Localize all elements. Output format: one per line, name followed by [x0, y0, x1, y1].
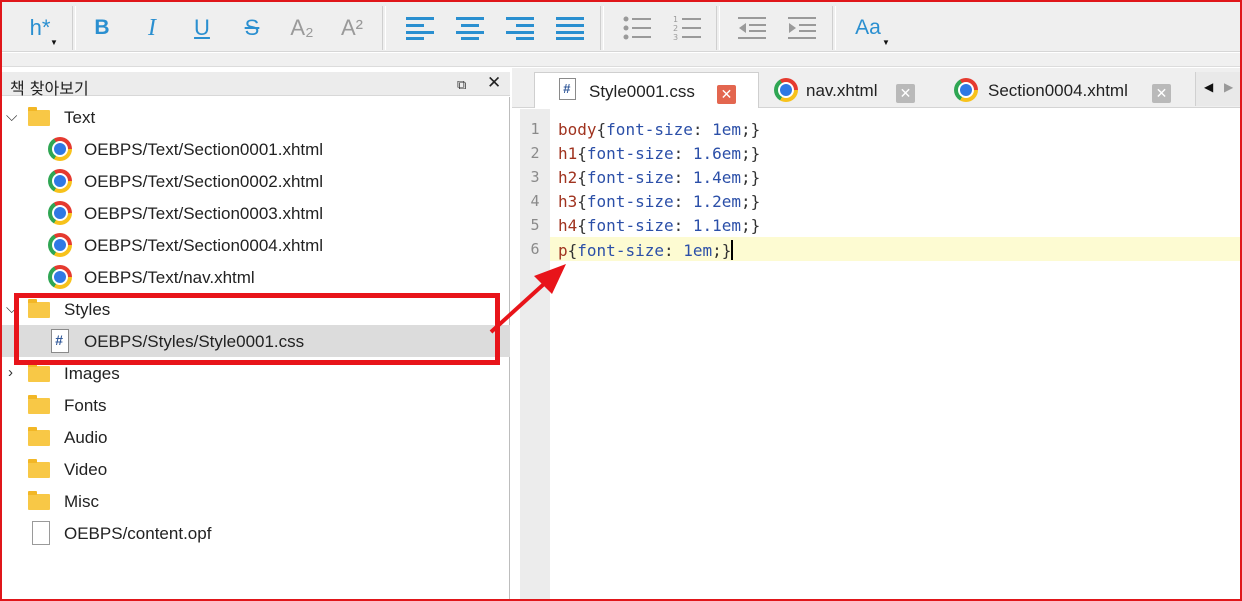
annotation-arrow: [489, 264, 566, 334]
